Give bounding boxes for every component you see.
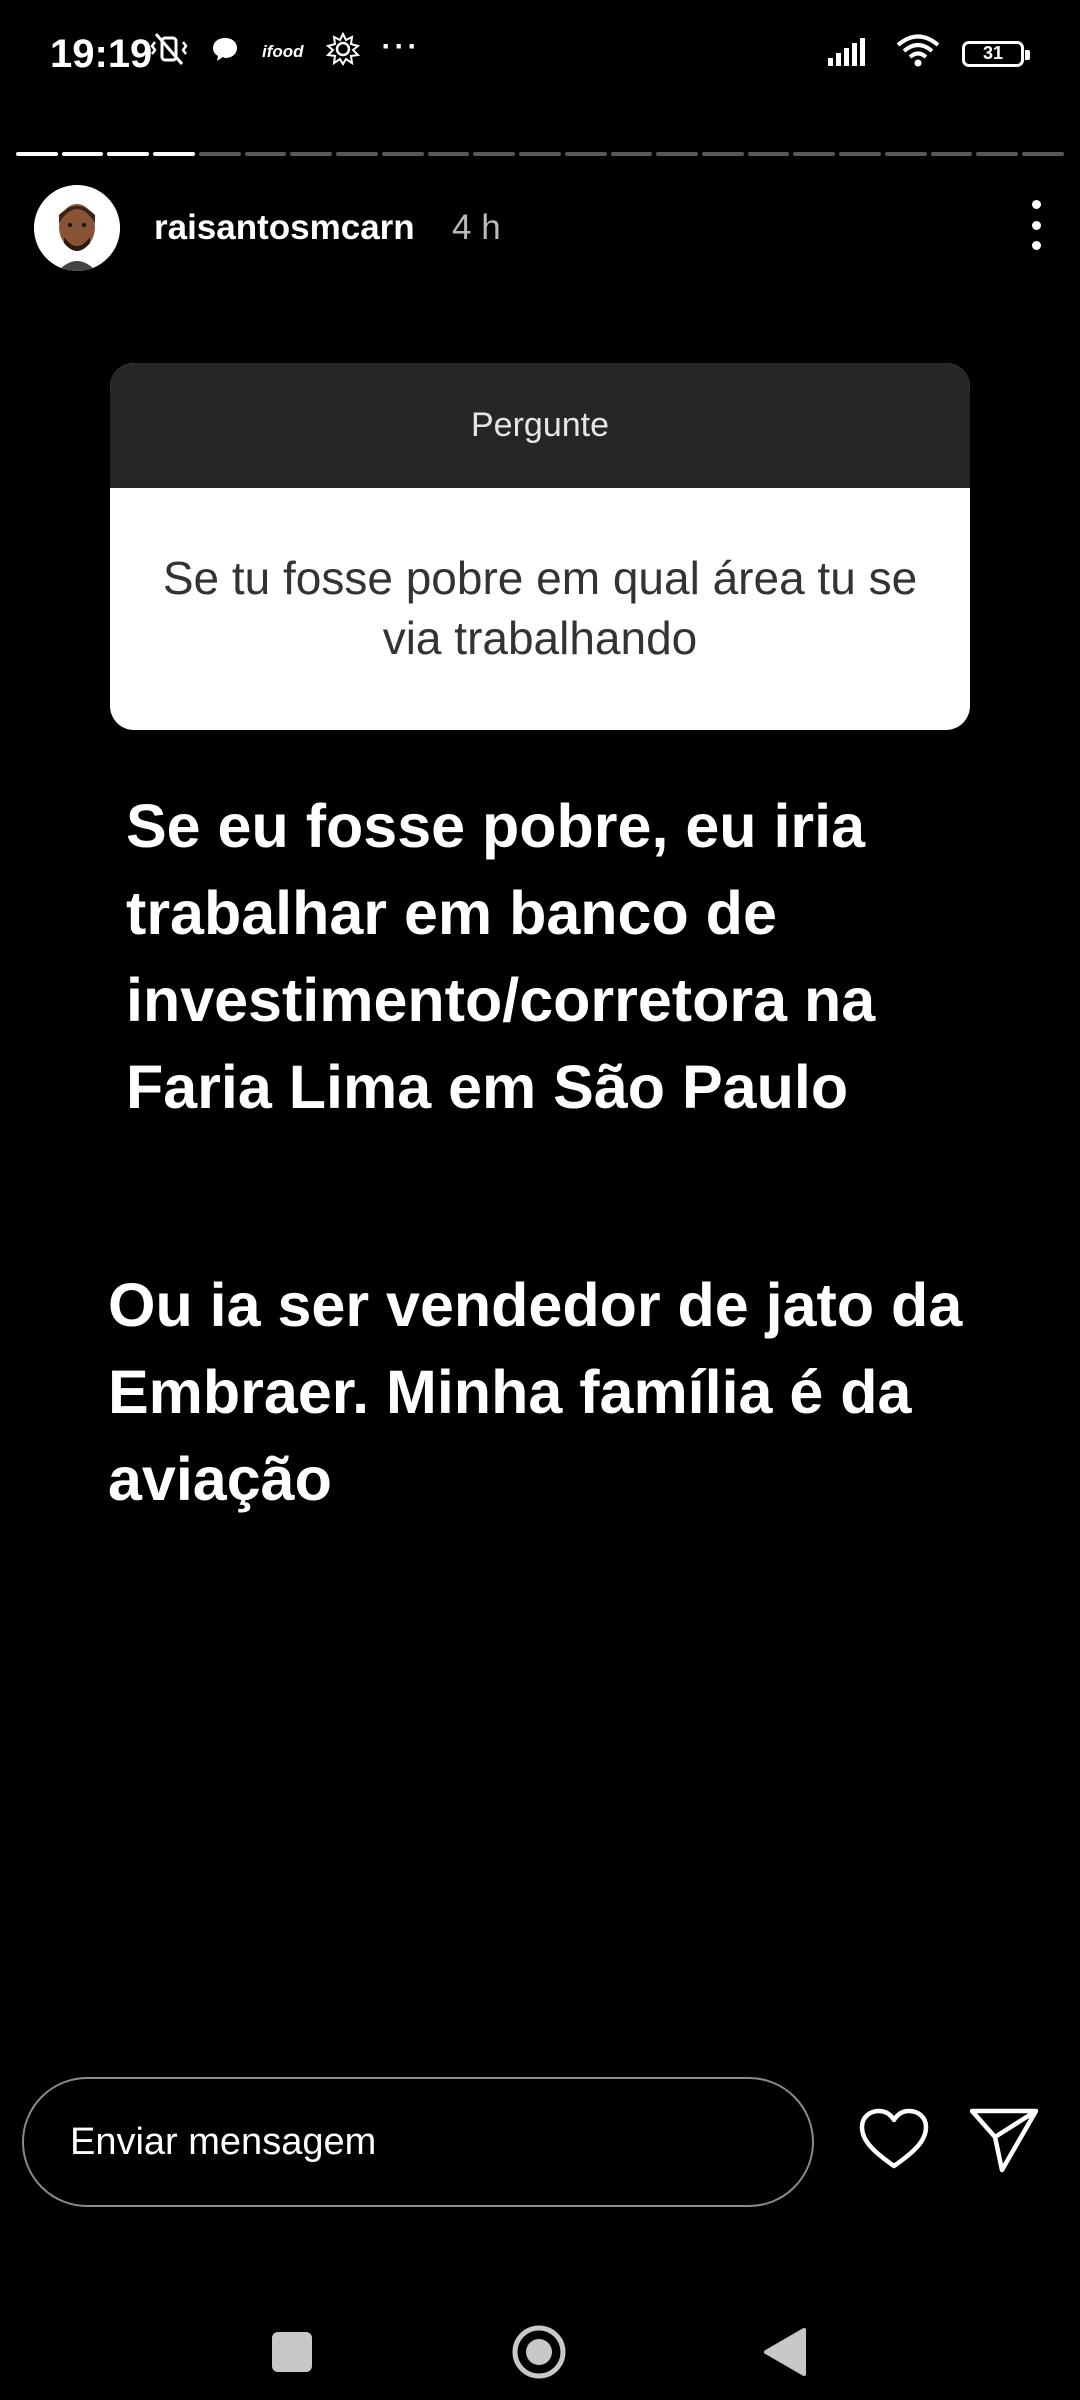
notification-icons: ifood ··· [150,29,421,71]
progress-segment [884,152,927,156]
question-sticker[interactable]: Pergunte Se tu fosse pobre em qual área … [110,363,970,730]
answer-paragraph-2: Ou ia ser vendedor de jato da Embraer. M… [108,1271,963,1513]
gear-icon [325,31,360,71]
progress-segment [747,152,790,156]
clock: 19:19 [50,32,153,76]
ifood-icon: ifood [262,41,304,61]
progress-segment [153,152,195,156]
progress-segment [976,152,1019,156]
progress-segment [1022,152,1064,156]
progress-segment [564,152,607,156]
progress-segment [610,152,653,156]
more-notifications-icon: ··· [381,29,421,63]
answer-paragraph-1: Se eu fosse pobre, eu iria trabalhar em … [126,792,876,1121]
progress-segment [656,152,699,156]
progress-segment [427,152,470,156]
progress-segment [381,152,424,156]
more-vertical-icon[interactable] [1016,200,1056,250]
progress-segment [290,152,333,156]
battery-icon: 31 [962,40,1030,67]
progress-segment [16,152,58,156]
question-text: Se tu fosse pobre em qual área tu se via… [162,552,918,664]
signal-icon [828,36,874,71]
back-button[interactable] [762,2326,808,2378]
progress-segment [61,152,104,156]
progress-segment [930,152,973,156]
story-progress [16,152,1064,157]
home-button[interactable] [512,2325,566,2379]
message-input[interactable] [68,2119,812,2165]
avatar[interactable] [34,185,120,271]
wifi-icon [896,34,940,73]
system-icons: 31 [828,34,1030,73]
progress-segment [519,152,561,156]
system-nav-bar [0,2280,1080,2400]
vibrate-off-icon [150,32,188,71]
reply-message-field[interactable] [22,2077,814,2207]
status-bar: 19:19 ifood ··· 31 [0,0,1080,115]
progress-segment [702,152,744,156]
question-sticker-title: Pergunte [110,363,970,488]
progress-segment [107,152,150,156]
progress-segment [198,152,241,156]
progress-segment [244,152,287,156]
recent-apps-button[interactable] [272,2332,312,2372]
progress-segment [473,152,516,156]
story-header: raisantosmcarn 4 h [0,180,1080,275]
progress-segment [793,152,836,156]
story-age: 4 h [452,208,501,247]
chat-bubble-icon [210,35,240,68]
send-icon[interactable] [968,2106,1040,2174]
progress-segment [839,152,881,156]
progress-segment [336,152,378,156]
username[interactable]: raisantosmcarn [154,208,415,248]
heart-icon[interactable] [858,2108,930,2172]
